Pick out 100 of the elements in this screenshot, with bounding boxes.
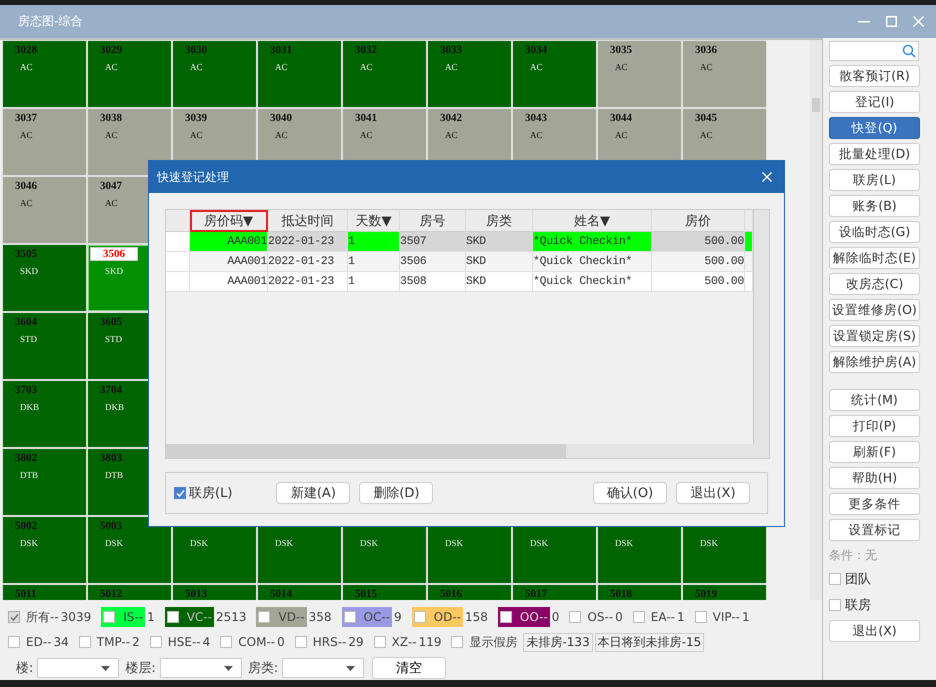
dialog-button[interactable]: 退出(X) — [676, 482, 750, 504]
status-chip: OC-- — [342, 607, 392, 627]
checkbox[interactable] — [694, 611, 707, 623]
filter-dropdown[interactable] — [160, 658, 242, 678]
sidebar-button[interactable]: 批量处理(D) — [829, 143, 920, 165]
sidebar-button[interactable]: 账务(B) — [829, 195, 920, 217]
status-label: 所有-- — [26, 608, 59, 626]
scrollbar[interactable] — [753, 210, 769, 444]
clear-button[interactable]: 清空 — [372, 657, 446, 679]
room-tile[interactable]: 5003 DSK — [87, 516, 172, 584]
column-header[interactable]: 房价 — [652, 210, 745, 232]
row-header-cell[interactable] — [166, 232, 190, 252]
checkbox[interactable] — [166, 611, 179, 623]
scrollbar-thumb[interactable] — [812, 98, 820, 112]
table-cell: 1 — [348, 232, 400, 252]
room-tile[interactable]: 3030 AC — [172, 40, 257, 108]
filter-dropdown[interactable] — [37, 658, 120, 678]
room-tile[interactable]: 3037 AC — [2, 108, 87, 176]
room-tile[interactable]: 3036 AC — [682, 40, 767, 108]
maximize-icon[interactable] — [886, 16, 897, 27]
column-header[interactable]: 房类 — [466, 210, 533, 232]
room-tile[interactable]: 3029 AC — [87, 40, 172, 108]
sidebar-button[interactable]: 设置锁定房(S) — [829, 325, 920, 347]
checkbox[interactable] — [8, 636, 20, 648]
checkbox[interactable] — [258, 611, 270, 623]
filter-label: 楼层: — [125, 660, 156, 677]
sidebar-button[interactable]: 散客预订(R) — [829, 65, 920, 87]
room-tile[interactable]: 3032 AC — [342, 40, 427, 108]
close-icon[interactable] — [762, 172, 772, 182]
checkbox[interactable] — [174, 487, 186, 499]
sidebar-button[interactable]: 设置维修房(O) — [829, 299, 920, 321]
dialog-button[interactable]: 新建(A) — [276, 482, 350, 504]
room-type: AC — [530, 62, 543, 72]
checkbox[interactable] — [829, 599, 841, 611]
room-type: AC — [275, 130, 288, 140]
checkbox[interactable] — [344, 611, 356, 623]
status-count: 2 — [132, 635, 140, 649]
checkbox[interactable] — [500, 611, 512, 623]
minimize-icon[interactable] — [858, 20, 870, 22]
checkbox[interactable] — [103, 611, 116, 623]
table-cell: *Quick Checkin* — [533, 252, 652, 272]
checkbox[interactable] — [294, 636, 307, 648]
room-number: 3046 — [15, 180, 37, 192]
room-type: DSK — [105, 538, 124, 548]
room-number: 5011 — [15, 588, 36, 600]
sidebar-button[interactable]: 帮助(H) — [829, 467, 920, 489]
status-chip: IS-- — [101, 607, 146, 627]
checkbox[interactable] — [451, 636, 464, 648]
search-field[interactable] — [829, 41, 919, 61]
room-number: 5013 — [185, 588, 207, 600]
dialog-button[interactable]: 确认(O) — [593, 482, 667, 504]
checkbox[interactable] — [632, 611, 645, 623]
checkbox[interactable] — [78, 636, 91, 648]
row-header-cell[interactable] — [166, 272, 190, 292]
table-cell: 3506 — [400, 252, 466, 272]
filter-dropdown[interactable] — [282, 658, 364, 678]
sidebar-button[interactable]: 解除维护房(A) — [829, 351, 920, 373]
row-header-cell[interactable] — [166, 252, 190, 272]
room-type: DSK — [445, 538, 464, 548]
room-number: 3047 — [100, 180, 122, 192]
sidebar-button[interactable]: 解除临时态(E) — [829, 247, 920, 269]
sidebar-button[interactable]: 设临时态(G) — [829, 221, 920, 243]
sidebar-button[interactable]: 快登(Q) — [829, 117, 920, 139]
checkbox[interactable] — [829, 573, 841, 585]
room-tile[interactable]: 3703 DKB — [2, 380, 87, 448]
room-tile[interactable]: 3802 DTB — [2, 448, 87, 516]
room-type: AC — [615, 62, 628, 72]
sidebar-button[interactable]: 打印(P) — [829, 415, 920, 437]
column-header[interactable]: 抵达时间 — [268, 210, 348, 232]
sidebar-button[interactable]: 登记(I) — [829, 91, 920, 113]
caret-icon — [346, 666, 356, 670]
dialog-button[interactable]: 删除(D) — [359, 482, 434, 504]
room-tile[interactable]: 3035 AC — [597, 40, 682, 108]
room-tile[interactable]: 3505 SKD — [2, 244, 87, 312]
scrollbar-thumb[interactable] — [166, 444, 566, 458]
sidebar-button[interactable]: 设置标记 — [829, 519, 920, 541]
room-tile[interactable]: 3028 AC — [2, 40, 87, 108]
column-header[interactable]: 房号 — [400, 210, 466, 232]
room-tile[interactable]: 3604 STD — [2, 312, 87, 380]
sidebar-button[interactable]: 联房(L) — [829, 169, 920, 191]
room-tile[interactable]: 3046 AC — [2, 176, 87, 244]
sidebar-button[interactable]: 更多条件 — [829, 493, 920, 515]
checkbox[interactable] — [374, 636, 386, 648]
column-header[interactable]: 房价码▼ — [190, 210, 268, 232]
column-header[interactable]: 天数▼ — [348, 210, 400, 232]
room-tile[interactable]: 3031 AC — [257, 40, 342, 108]
checkbox[interactable] — [414, 611, 426, 623]
room-tile[interactable]: 5002 DSK — [2, 516, 87, 584]
exit-button[interactable]: 退出(X) — [829, 620, 920, 642]
room-tile[interactable]: 3034 AC — [512, 40, 597, 108]
checkbox[interactable] — [220, 636, 232, 648]
room-tile[interactable]: 3033 AC — [427, 40, 512, 108]
sidebar-button[interactable]: 统计(M) — [829, 389, 920, 411]
status-count: 34 — [53, 635, 69, 649]
status-chip: VD-- — [256, 607, 307, 627]
column-header[interactable]: 姓名▼ — [533, 210, 652, 232]
checkbox[interactable] — [569, 611, 582, 623]
checkbox[interactable] — [150, 636, 162, 648]
sidebar-button[interactable]: 刷新(F) — [829, 441, 920, 463]
sidebar-button[interactable]: 改房态(C) — [829, 273, 920, 295]
